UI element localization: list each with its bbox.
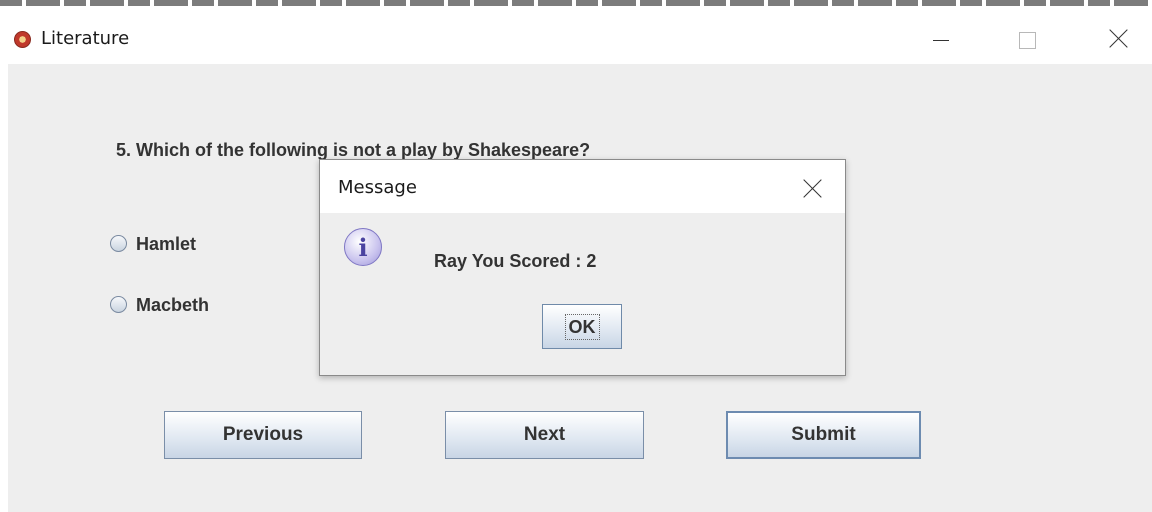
option-label: Hamlet — [136, 234, 197, 254]
close-icon[interactable] — [1096, 20, 1142, 60]
dialog-message: Ray You Scored : 2 — [434, 251, 597, 271]
window-title: Literature — [41, 28, 130, 49]
dialog-close-icon[interactable] — [798, 174, 828, 204]
previous-button[interactable]: Previous — [164, 411, 362, 459]
question-text: 5. Which of the following is not a play … — [116, 140, 591, 160]
dialog-titlebar[interactable]: Message — [320, 160, 845, 213]
submit-button[interactable]: Submit — [726, 411, 921, 459]
information-icon: i — [344, 228, 382, 266]
ok-button[interactable]: OK — [542, 304, 622, 349]
ok-button-label: OK — [564, 313, 600, 340]
next-button[interactable]: Next — [445, 411, 644, 459]
app-logo-icon — [14, 31, 31, 48]
message-dialog: Message i Ray You Scored : 2 OK — [319, 159, 846, 376]
dialog-title: Message — [338, 177, 417, 198]
maximize-icon[interactable] — [1004, 20, 1050, 60]
radio-button-icon[interactable] — [110, 235, 127, 252]
minimize-icon[interactable] — [918, 20, 964, 60]
option-label: Macbeth — [136, 295, 210, 315]
window-titlebar[interactable]: Literature — [0, 6, 1152, 62]
radio-button-icon[interactable] — [110, 296, 127, 313]
